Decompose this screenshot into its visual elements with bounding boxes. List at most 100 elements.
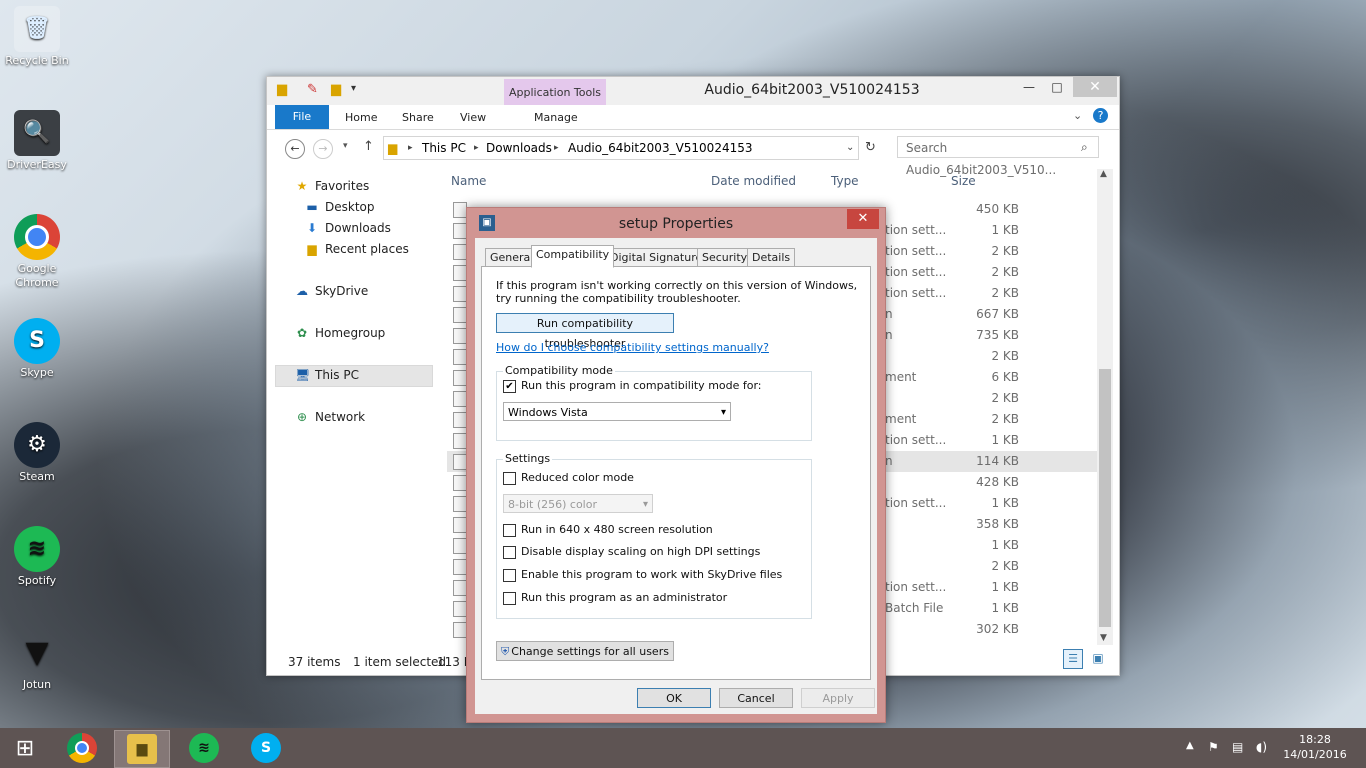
skydrive-checkbox[interactable] [503, 569, 516, 582]
scrollbar-thumb[interactable] [1099, 369, 1111, 627]
network-status-icon[interactable]: ▤ [1232, 740, 1243, 754]
desktop-icon-drivereasy[interactable]: 🔍 DriverEasy [4, 110, 70, 172]
taskbar-file-explorer[interactable]: ▆ [114, 730, 170, 768]
nav-downloads[interactable]: ⬇ Downloads [305, 221, 391, 235]
nav-label: SkyDrive [315, 284, 369, 298]
change-settings-all-users-button[interactable]: ⛨ Change settings for all users [496, 641, 674, 661]
tab-details[interactable]: Details [747, 248, 796, 268]
properties-icon[interactable]: ✎ [307, 82, 318, 97]
new-folder-icon[interactable]: ▆ [331, 82, 341, 97]
address-dropdown-icon[interactable]: ⌄ [846, 137, 854, 159]
breadcrumb-separator-icon: ▸ [474, 143, 479, 153]
tab-security[interactable]: Security [697, 248, 753, 268]
nav-skydrive[interactable]: ☁ SkyDrive [295, 284, 368, 298]
dpi-scaling-checkbox[interactable] [503, 546, 516, 559]
start-button[interactable]: ⊞ [0, 730, 50, 766]
quick-access-dropdown-icon[interactable]: ▾ [351, 83, 356, 94]
desktop-icon-label: Spotify [17, 574, 57, 587]
desktop-icon-google-chrome[interactable]: Google Chrome [4, 214, 70, 290]
recent-locations-icon[interactable]: ▾ [343, 141, 348, 151]
homegroup-icon: ✿ [296, 326, 308, 340]
volume-icon[interactable]: ◖) [1256, 740, 1267, 754]
cancel-button[interactable]: Cancel [719, 688, 793, 708]
help-icon[interactable]: ? [1093, 108, 1108, 123]
tab-view[interactable]: View [460, 105, 486, 129]
expand-ribbon-icon[interactable]: ⌄ [1073, 109, 1082, 122]
file-size: 1 KB [991, 223, 1019, 237]
manual-settings-link[interactable]: How do I choose compatibility settings m… [496, 341, 769, 354]
column-header-size[interactable]: Size [951, 169, 976, 193]
taskbar-skype[interactable]: S [238, 730, 294, 766]
file-size: 2 KB [991, 391, 1019, 405]
forward-icon[interactable]: → [313, 139, 333, 159]
run-troubleshooter-button[interactable]: Run compatibility troubleshooter [496, 313, 674, 350]
scroll-up-icon[interactable]: ▲ [1100, 169, 1107, 179]
tab-share[interactable]: Share [402, 105, 434, 129]
ok-button[interactable]: OK [637, 688, 711, 708]
taskbar: ⊞ ▆ ≋ S ▲ ⚑ ▤ ◖) 18:28 14/01/2016 [0, 728, 1366, 768]
item-count: 37 items [288, 655, 341, 669]
minimize-icon[interactable]: — [1015, 77, 1043, 97]
tab-compatibility[interactable]: Compatibility [531, 245, 615, 268]
setup-properties-dialog: ▣ setup Properties ✕ General Compatibili… [466, 207, 886, 723]
column-header-date[interactable]: Date modified [711, 169, 796, 193]
file-type: tion sett... [885, 580, 947, 594]
nav-recent-places[interactable]: ▆ Recent places [305, 242, 409, 256]
compat-mode-checkbox[interactable]: ✔ [503, 380, 516, 393]
column-header-type[interactable]: Type [831, 169, 859, 193]
admin-checkbox[interactable] [503, 592, 516, 605]
nav-homegroup[interactable]: ✿ Homegroup [295, 326, 385, 340]
jotun-icon: ▼ [25, 635, 49, 670]
nav-label: Recent places [325, 242, 409, 256]
compatibility-mode-legend: Compatibility mode [503, 364, 615, 377]
compat-mode-select[interactable]: Windows Vista ▾ [503, 402, 731, 421]
system-clock[interactable]: 18:28 14/01/2016 [1280, 732, 1350, 762]
nav-desktop[interactable]: ▬ Desktop [305, 200, 374, 214]
desktop-icon-recycle-bin[interactable]: 🗑 Recycle Bin [4, 6, 70, 68]
tab-manage[interactable]: Manage [534, 105, 578, 129]
tab-home[interactable]: Home [345, 105, 377, 129]
up-icon[interactable]: ↑ [363, 139, 374, 154]
drivereasy-icon: 🔍 [14, 110, 60, 156]
breadcrumb-current-folder[interactable]: Audio_64bit2003_V510024153 [568, 137, 753, 159]
nav-network[interactable]: ⊕ Network [295, 410, 365, 424]
desktop-icon-skype[interactable]: S Skype [4, 318, 70, 380]
desktop-icon-steam[interactable]: ⚙ Steam [4, 422, 70, 484]
tab-file[interactable]: File [275, 105, 329, 129]
breadcrumb-this-pc[interactable]: This PC [422, 137, 466, 159]
file-size: 358 KB [976, 517, 1019, 531]
desktop-icon-jotun[interactable]: ▼ Jotun [4, 630, 70, 692]
desktop-icon-spotify[interactable]: ≋ Spotify [4, 526, 70, 588]
reduced-color-checkbox[interactable] [503, 472, 516, 485]
search-input[interactable]: Search Audio_64bit2003_V510... [897, 136, 1099, 177]
address-bar[interactable]: ▆ ▸ This PC ▸ Downloads ▸ Audio_64bit200… [383, 136, 859, 160]
file-type: tion sett... [885, 244, 947, 258]
back-icon[interactable]: ← [285, 139, 305, 159]
close-icon[interactable]: ✕ [1073, 77, 1117, 97]
network-icon: ⊕ [296, 410, 308, 424]
explorer-titlebar[interactable]: ▆ ✎ ▆ ▾ Application Tools Audio_64bit200… [267, 77, 1119, 105]
taskbar-spotify[interactable]: ≋ [176, 730, 232, 766]
file-icon [453, 601, 467, 617]
vertical-scrollbar[interactable]: ▲ ▼ [1097, 169, 1113, 645]
file-icon [453, 286, 467, 302]
taskbar-chrome[interactable] [54, 730, 110, 766]
recycle-bin-icon: 🗑 [14, 6, 60, 52]
column-header-name[interactable]: Name [451, 169, 486, 193]
maximize-icon[interactable]: □ [1043, 77, 1071, 97]
color-mode-select[interactable]: 8-bit (256) color ▾ [503, 494, 653, 513]
nav-favorites[interactable]: ★ Favorites [295, 179, 370, 193]
nav-this-pc[interactable]: 🖥 This PC [295, 368, 359, 382]
file-icon [453, 580, 467, 596]
scroll-down-icon[interactable]: ▼ [1100, 633, 1107, 643]
large-icons-view-icon[interactable]: ▣ [1089, 649, 1107, 667]
details-view-icon[interactable]: ☰ [1063, 649, 1083, 669]
file-type: Batch File [885, 601, 944, 615]
res-640-checkbox[interactable] [503, 524, 516, 537]
refresh-icon[interactable]: ↻ [865, 140, 876, 155]
apply-button[interactable]: Apply [801, 688, 875, 708]
action-center-flag-icon[interactable]: ⚑ [1208, 740, 1219, 754]
breadcrumb-downloads[interactable]: Downloads [486, 137, 552, 159]
show-hidden-icons-icon[interactable]: ▲ [1186, 740, 1194, 751]
dialog-close-icon[interactable]: ✕ [847, 209, 879, 229]
